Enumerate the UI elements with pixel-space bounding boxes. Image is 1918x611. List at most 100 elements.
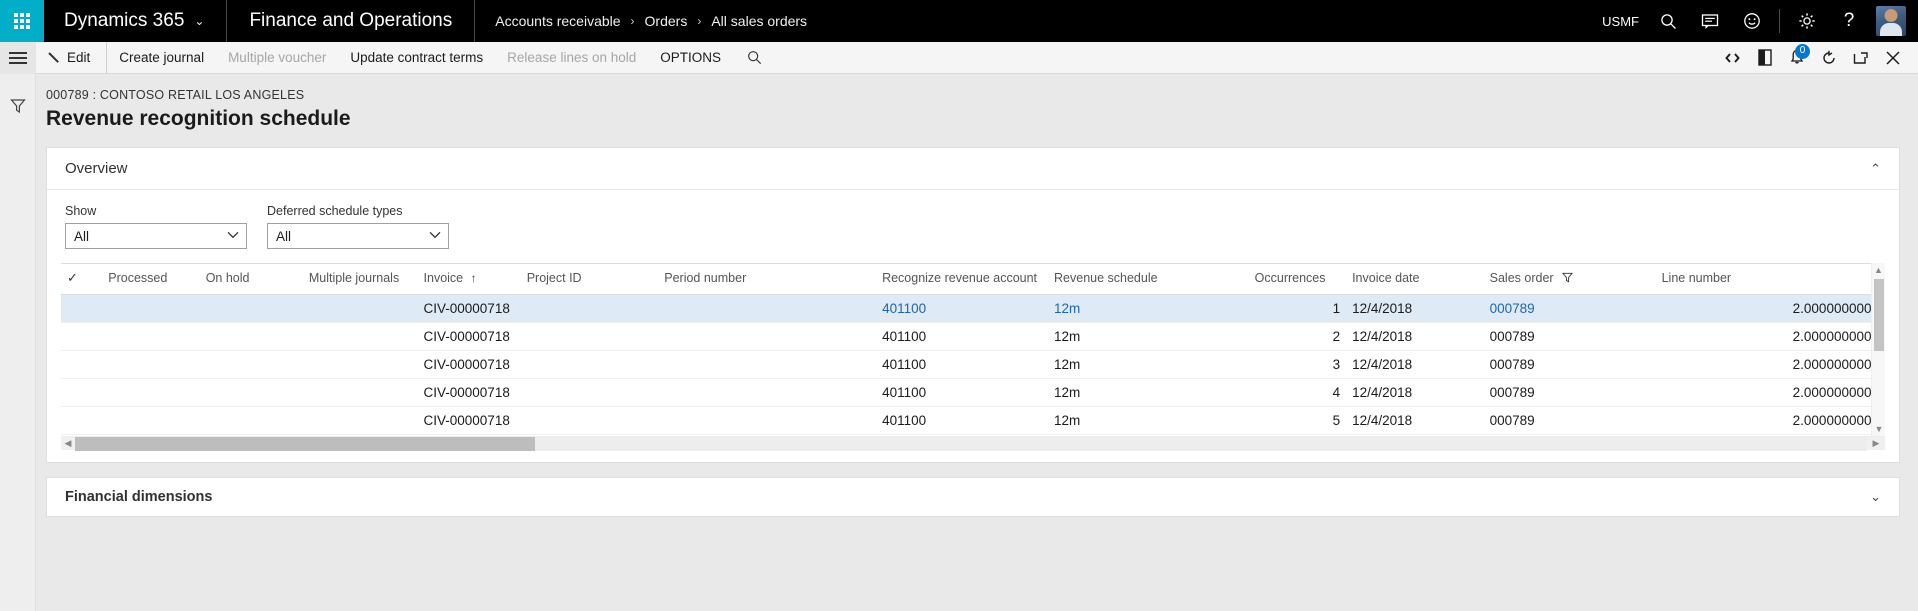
grid-header-line-number[interactable]: Line number — [1656, 264, 1885, 295]
grid-horizontal-scrollbar[interactable]: ◀ ▶ — [61, 436, 1885, 450]
office-icon[interactable] — [1750, 42, 1780, 74]
row-select-cell[interactable] — [61, 351, 102, 379]
grid-header-multiple-journals[interactable]: Multiple journals — [303, 264, 418, 295]
cell-sales-order[interactable]: 000789 — [1484, 351, 1656, 379]
cell-sales-order[interactable]: 000789 — [1484, 407, 1656, 435]
grid-header-occurrences[interactable]: Occurrences — [1249, 264, 1346, 295]
gear-icon[interactable] — [1786, 0, 1828, 42]
top-bar-actions: USMF — [1594, 0, 1918, 42]
cell-period-number — [658, 379, 876, 407]
filter-pane-icon[interactable] — [10, 98, 26, 119]
grid-header-period-number[interactable]: Period number — [658, 264, 876, 295]
grid-vertical-scrollbar[interactable]: ▲ ▼ — [1871, 263, 1885, 436]
grid-header-recognize-revenue-account[interactable]: Recognize revenue account — [876, 264, 1048, 295]
row-select-cell[interactable] — [61, 379, 102, 407]
row-select-cell[interactable] — [61, 323, 102, 351]
edit-button[interactable]: Edit — [36, 42, 102, 74]
cell-line-number: 2.0000000000 — [1656, 379, 1885, 407]
chevron-up-icon[interactable]: ⌃ — [1870, 161, 1881, 177]
grid-header-invoice-date[interactable]: Invoice date — [1346, 264, 1484, 295]
company-selector[interactable]: USMF — [1594, 0, 1647, 42]
table-row[interactable]: CIV-00000718 401100 12m 1 12/4/2018 0007… — [61, 295, 1885, 323]
show-filter-select[interactable]: All — [65, 223, 247, 249]
breadcrumb-item-all-sales-orders[interactable]: All sales orders — [711, 13, 807, 29]
options-button[interactable]: OPTIONS — [648, 42, 733, 74]
account-link[interactable]: 401100 — [882, 301, 926, 316]
cell-multiple-journals — [303, 407, 418, 435]
navigation-menu-button[interactable] — [0, 42, 36, 74]
grid-viewport[interactable]: ✓ Processed On hold Multiple journals In… — [61, 263, 1885, 436]
grid-header-project-id[interactable]: Project ID — [521, 264, 659, 295]
popout-icon[interactable] — [1846, 42, 1876, 74]
col-label: Processed — [108, 271, 167, 285]
cell-multiple-journals — [303, 323, 418, 351]
action-search-icon[interactable] — [739, 42, 769, 74]
cell-occurrences: 3 — [1249, 351, 1346, 379]
grid-header-sales-order[interactable]: Sales order — [1484, 264, 1656, 295]
cell-sales-order[interactable]: 000789 — [1484, 323, 1656, 351]
feedback-icon[interactable] — [1689, 0, 1731, 42]
multiple-voucher-label: Multiple voucher — [228, 50, 326, 65]
close-icon[interactable] — [1878, 42, 1908, 74]
table-row[interactable]: CIV-00000718 401100 12m 4 12/4/2018 0007… — [61, 379, 1885, 407]
scroll-up-arrow[interactable]: ▲ — [1872, 263, 1885, 277]
cell-sales-order[interactable]: 000789 — [1484, 379, 1656, 407]
cell-revenue-schedule[interactable]: 12m — [1048, 379, 1249, 407]
attach-icon[interactable] — [1718, 42, 1748, 74]
cell-recognize-revenue-account[interactable]: 401100 — [876, 295, 1048, 323]
grid-header-on-hold[interactable]: On hold — [200, 264, 303, 295]
cell-processed — [102, 295, 199, 323]
funnel-glyph — [10, 98, 26, 114]
update-contract-terms-label: Update contract terms — [350, 50, 483, 65]
cell-sales-order[interactable]: 000789 — [1484, 295, 1656, 323]
grid-header-select-all[interactable]: ✓ — [61, 264, 102, 295]
horizontal-scroll-track[interactable] — [75, 437, 1867, 451]
overview-header[interactable]: Overview ⌃ — [47, 148, 1899, 190]
breadcrumb-item-orders[interactable]: Orders — [645, 13, 688, 29]
refresh-icon[interactable] — [1814, 42, 1844, 74]
grid-header-revenue-schedule[interactable]: Revenue schedule — [1048, 264, 1249, 295]
create-journal-button[interactable]: Create journal — [106, 42, 216, 74]
chevron-down-icon[interactable]: ⌄ — [1870, 489, 1881, 505]
schedule-link[interactable]: 12m — [1054, 301, 1080, 316]
grid-header-invoice[interactable]: Invoice ↑ — [418, 264, 521, 295]
table-row[interactable]: CIV-00000718 401100 12m 3 12/4/2018 0007… — [61, 351, 1885, 379]
horizontal-scroll-thumb[interactable] — [75, 437, 535, 451]
cell-project-id — [521, 407, 659, 435]
grid-header-processed[interactable]: Processed — [102, 264, 199, 295]
sales-order-link[interactable]: 000789 — [1490, 301, 1535, 316]
vertical-scroll-thumb[interactable] — [1874, 279, 1884, 351]
scroll-right-arrow[interactable]: ▶ — [1867, 438, 1885, 449]
cell-revenue-schedule[interactable]: 12m — [1048, 407, 1249, 435]
search-icon[interactable] — [1647, 0, 1689, 42]
cell-invoice: CIV-00000718 — [418, 323, 521, 351]
breadcrumb-item-accounts-receivable[interactable]: Accounts receivable — [495, 13, 620, 29]
table-row[interactable]: CIV-00000718 401100 12m 2 12/4/2018 0007… — [61, 323, 1885, 351]
app-launcher-button[interactable] — [0, 0, 44, 42]
avatar[interactable] — [1876, 6, 1906, 36]
update-contract-terms-button[interactable]: Update contract terms — [338, 42, 495, 74]
row-select-cell[interactable] — [61, 407, 102, 435]
funnel-glyph — [1562, 272, 1573, 283]
cell-recognize-revenue-account[interactable]: 401100 — [876, 351, 1048, 379]
smiley-icon[interactable] — [1731, 0, 1773, 42]
main-content: 000789 : CONTOSO RETAIL LOS ANGELES Reve… — [36, 74, 1918, 611]
scroll-left-arrow[interactable]: ◀ — [61, 438, 75, 449]
brand-menu[interactable]: Dynamics 365 ⌄ — [44, 0, 227, 42]
help-icon[interactable]: ? — [1828, 0, 1870, 42]
cell-revenue-schedule[interactable]: 12m — [1048, 295, 1249, 323]
cell-recognize-revenue-account[interactable]: 401100 — [876, 407, 1048, 435]
scroll-down-arrow[interactable]: ▼ — [1872, 422, 1885, 436]
cell-invoice: CIV-00000718 — [418, 379, 521, 407]
notifications-icon[interactable]: 0 — [1782, 42, 1812, 74]
cell-revenue-schedule[interactable]: 12m — [1048, 351, 1249, 379]
financial-dimensions-section[interactable]: Financial dimensions ⌄ — [46, 477, 1900, 517]
deferred-schedule-types-select[interactable]: All — [267, 223, 449, 249]
table-row[interactable]: CIV-00000718 401100 12m 5 12/4/2018 0007… — [61, 407, 1885, 435]
cell-recognize-revenue-account[interactable]: 401100 — [876, 379, 1048, 407]
col-label: Period number — [664, 271, 746, 285]
filter-icon[interactable] — [1562, 272, 1573, 286]
cell-recognize-revenue-account[interactable]: 401100 — [876, 323, 1048, 351]
row-select-cell[interactable] — [61, 295, 102, 323]
cell-revenue-schedule[interactable]: 12m — [1048, 323, 1249, 351]
